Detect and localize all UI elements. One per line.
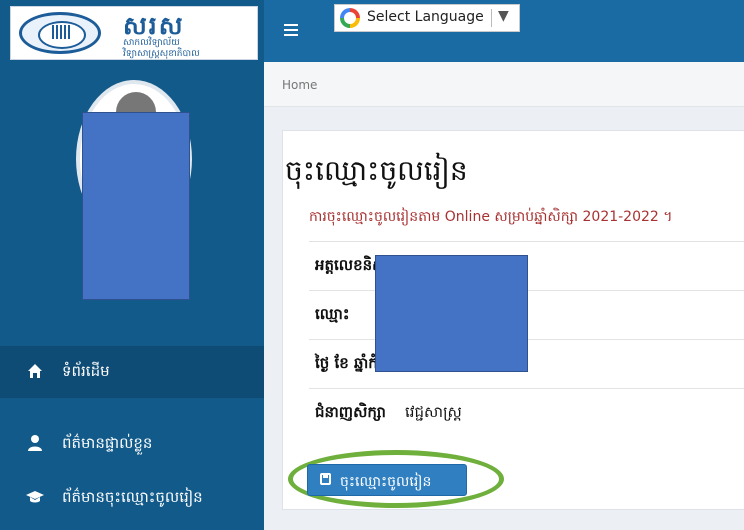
info-row-major: ជំនាញសិក្សា វេជ្ជសាស្ត្រ (309, 388, 744, 437)
save-icon (320, 473, 331, 485)
sidebar-menu: ទំព័រដើម ព័ត៌មានផ្ទាល់ខ្លួន ព័ត៌មានចុះឈ្… (0, 346, 264, 530)
sidebar-item-enrollment-info[interactable]: ព័ត៌មានចុះឈ្មោះចូលរៀន (0, 472, 264, 524)
page-title: ចុះឈ្មោះចូលរៀន (285, 154, 468, 187)
enroll-button[interactable]: ចុះឈ្មោះចូលរៀន (307, 464, 467, 496)
user-icon (28, 435, 42, 451)
home-icon (28, 364, 42, 378)
info-value: វេជ្ជសាស្ត្រ (405, 403, 462, 421)
chevron-down-icon: ▼ (498, 8, 509, 24)
sidebar-item-label: ព័ត៌មានផ្ទាល់ខ្លួន (62, 434, 153, 452)
breadcrumb-home[interactable]: Home (282, 78, 317, 92)
breadcrumb-bar: Home (264, 62, 744, 107)
info-label: ឈ្មោះ (315, 305, 350, 323)
redaction-box (82, 112, 190, 300)
sidebar-item-label: ព័ត៌មានចុះឈ្មោះចូលរៀន (62, 488, 203, 506)
language-select-label: Select Language (367, 9, 484, 25)
university-logo[interactable]: សរស សាកលវិទ្យាល័យ វិទ្យាសាស្ត្រសុខាភិបាល (10, 6, 258, 60)
graduation-cap-icon (26, 491, 44, 503)
divider (491, 9, 492, 27)
redaction-box (375, 255, 528, 372)
sidebar-item-home[interactable]: ទំព័រដើម (0, 346, 264, 398)
google-icon (340, 8, 360, 28)
info-label: ជំនាញសិក្សា (315, 403, 386, 421)
language-select[interactable]: Select Language ▼ (334, 4, 520, 32)
emblem-icon (19, 12, 101, 54)
enroll-button-label: ចុះឈ្មោះចូលរៀន (340, 474, 432, 490)
menu-toggle-icon[interactable] (284, 24, 298, 36)
logo-subtitle-2: វិទ្យាសាស្ត្រសុខាភិបាល (123, 49, 200, 59)
top-navbar: Select Language ▼ (264, 0, 744, 62)
sidebar-item-personal-info[interactable]: ព័ត៌មានផ្ទាល់ខ្លួន (0, 418, 264, 470)
page-subtitle: ការចុះឈ្មោះចូលរៀនតាម Online សម្រាប់ឆ្នាំ… (309, 209, 673, 225)
sidebar-item-label: ទំព័រដើម (62, 362, 110, 380)
